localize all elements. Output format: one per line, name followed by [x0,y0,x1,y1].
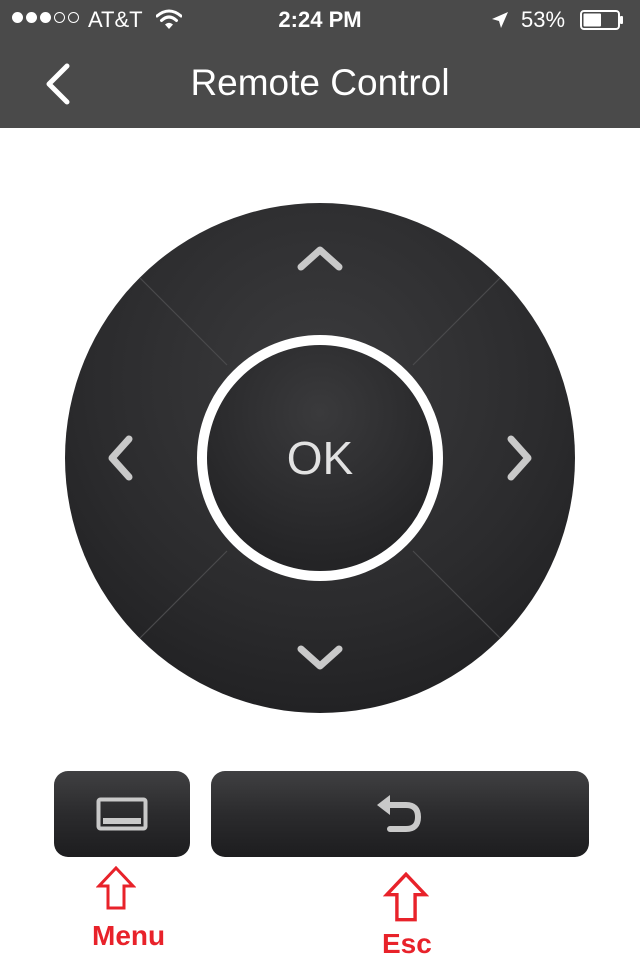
chevron-up-icon [297,246,343,271]
undo-arrow-icon [377,795,421,832]
status-bar: AT&T 2:24 PM 53% [0,0,640,40]
chevron-down-icon [297,645,343,670]
directional-pad: OK [65,203,575,713]
menu-screen-icon [96,797,148,831]
menu-button[interactable] [54,771,190,857]
chevron-right-icon [507,435,532,481]
battery-icon [580,10,623,30]
esc-button[interactable] [211,771,589,857]
chevron-left-icon [108,435,133,481]
dpad-left-button[interactable] [75,393,165,523]
navigation-bar: Remote Control [0,40,640,128]
esc-annotation-arrow-icon [383,872,429,922]
ok-button[interactable]: OK [197,335,443,581]
chevron-left-icon [46,63,70,105]
battery-percentage: 53% [521,7,566,32]
dpad-right-button[interactable] [475,393,565,523]
menu-annotation-label: Menu [92,920,166,951]
menu-annotation-arrow-icon [96,866,136,910]
esc-annotation-label: Esc [382,928,432,959]
back-button[interactable] [28,52,88,116]
dpad-up-button[interactable] [255,213,385,303]
page-title: Remote Control [190,62,450,103]
dpad-down-button[interactable] [255,613,385,703]
location-arrow-icon [492,12,508,28]
ok-label: OK [286,432,354,484]
